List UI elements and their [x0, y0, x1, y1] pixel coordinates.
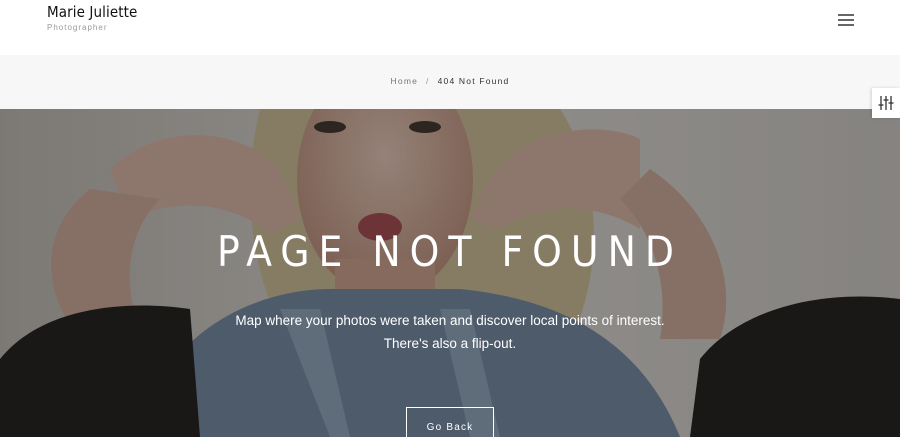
breadcrumb: Home / 404 Not Found: [0, 76, 900, 86]
breadcrumb-home-link[interactable]: Home: [391, 76, 418, 86]
breadcrumb-separator: /: [426, 76, 430, 86]
hero-description: Map where your photos were taken and dis…: [0, 309, 900, 355]
hamburger-menu-icon[interactable]: [838, 12, 856, 26]
hero-description-line-2: There's also a flip-out.: [383, 336, 517, 351]
hero-section: PAGE NOT FOUND Map where your photos wer…: [0, 109, 900, 437]
site-title[interactable]: Marie Juliette: [47, 3, 137, 21]
hero-description-line-1: Map where your photos were taken and dis…: [235, 313, 665, 328]
sliders-icon[interactable]: [872, 88, 900, 118]
breadcrumb-bar: Home / 404 Not Found: [0, 55, 900, 109]
breadcrumb-current: 404 Not Found: [437, 76, 510, 86]
go-back-button[interactable]: Go Back: [406, 407, 494, 437]
hero-title: PAGE NOT FOUND: [217, 227, 683, 276]
site-header: Marie Juliette Photographer: [0, 0, 900, 55]
site-subtitle: Photographer: [47, 23, 108, 32]
